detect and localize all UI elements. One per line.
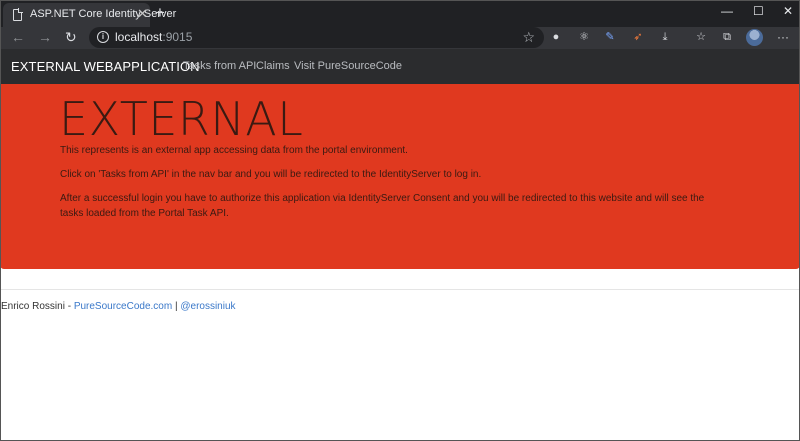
- jumbotron: EXTERNAL This represents is an external …: [0, 84, 800, 269]
- nav-link-claims[interactable]: Claims: [256, 60, 290, 72]
- nav-link-visit-puresourcecode[interactable]: Visit PureSourceCode: [294, 60, 402, 72]
- footer: Enrico Rossini - PureSourceCode.com | @e…: [1, 301, 236, 312]
- address-bar[interactable]: i localhost:9015 ☆: [89, 27, 544, 48]
- url-text[interactable]: localhost:9015: [115, 30, 192, 44]
- maximize-button[interactable]: ☐: [753, 3, 764, 19]
- instruction-paragraph: Click on 'Tasks from API' in the nav bar…: [60, 169, 482, 180]
- footer-twitter-link[interactable]: @erossiniuk: [180, 301, 235, 312]
- site-navbar: EXTERNAL WEBAPPLICATION Tasks from API C…: [0, 49, 800, 84]
- url-host: localhost: [115, 30, 163, 44]
- profile-avatar[interactable]: [746, 29, 763, 46]
- site-info-icon[interactable]: i: [97, 31, 109, 43]
- extension-swift-icon[interactable]: ➶: [631, 30, 645, 44]
- settings-menu-icon[interactable]: ···: [777, 28, 789, 46]
- tab-close-icon[interactable]: ✕: [137, 7, 148, 21]
- collections-icon[interactable]: ⧉: [720, 30, 734, 44]
- jumbotron-title: EXTERNAL: [59, 92, 304, 146]
- download-icon[interactable]: ⤓: [658, 30, 672, 44]
- bookmark-star-icon[interactable]: ☆: [522, 28, 535, 46]
- extension-react-icon[interactable]: ⚛: [577, 30, 591, 44]
- nav-link-tasks-from-api[interactable]: Tasks from API: [183, 60, 256, 72]
- forward-icon[interactable]: →: [38, 28, 52, 46]
- footer-divider: [0, 289, 800, 290]
- extension-circle-icon[interactable]: ●: [549, 30, 563, 44]
- back-icon[interactable]: ←: [11, 28, 25, 46]
- minimize-button[interactable]: —: [721, 3, 733, 19]
- intro-paragraph: This represents is an external app acces…: [60, 145, 408, 156]
- reload-icon[interactable]: ↻: [65, 28, 77, 46]
- browser-tab-strip: ASP.NET Core Identity Server ✕ + — ☐ ✕: [0, 0, 800, 27]
- browser-toolbar: ← → ↻ i localhost:9015 ☆ ● ⚛ ✎ ➶ ⤓ ☆ ⧉ ·…: [0, 27, 800, 49]
- extension-pen-icon[interactable]: ✎: [603, 30, 617, 44]
- url-port: :9015: [162, 30, 193, 44]
- navbar-brand[interactable]: EXTERNAL WEBAPPLICATION: [11, 59, 200, 74]
- page-icon: [13, 8, 23, 21]
- new-tab-button[interactable]: +: [155, 3, 165, 23]
- consent-paragraph: After a successful login you have to aut…: [60, 193, 705, 219]
- footer-site-link[interactable]: PureSourceCode.com: [74, 301, 172, 312]
- browser-tab[interactable]: ASP.NET Core Identity Server ✕: [3, 3, 176, 27]
- footer-author: Enrico Rossini -: [1, 301, 74, 312]
- close-window-button[interactable]: ✕: [783, 3, 793, 19]
- favorites-icon[interactable]: ☆: [694, 30, 708, 44]
